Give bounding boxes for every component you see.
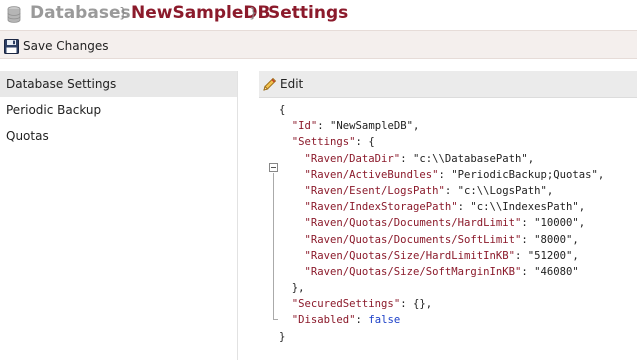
- edit-label: Edit: [280, 77, 304, 91]
- toolbar: Save Changes: [0, 30, 637, 59]
- json-value: "10000",: [534, 217, 586, 230]
- save-changes-button[interactable]: Save Changes: [4, 36, 108, 56]
- json-value: "8000",: [534, 233, 579, 246]
- json-key: "Raven/Quotas/Documents/HardLimit": [304, 217, 522, 230]
- json-value: false: [368, 314, 401, 327]
- edit-button[interactable]: Edit: [259, 71, 637, 98]
- sidebar-item-quotas[interactable]: Quotas: [0, 123, 237, 149]
- fold-guide: [273, 173, 274, 319]
- settings-editor-panel: Edit { "Id": "NewSampleDB", "Settings": …: [259, 71, 637, 360]
- json-punctuation: },: [291, 282, 305, 295]
- sidebar-item-periodic-backup[interactable]: Periodic Backup: [0, 97, 237, 123]
- json-key: "Raven/DataDir": [304, 152, 401, 165]
- code-line: "Raven/DataDir": "c:\\DatabasePath",: [304, 152, 535, 165]
- json-value: {},: [412, 298, 433, 311]
- json-value: "c:\\DatabasePath",: [412, 152, 535, 165]
- json-value: "51200",: [527, 249, 579, 262]
- breadcrumb-separator: }: [119, 6, 128, 21]
- json-key: "Raven/Quotas/Size/SoftMarginInKB": [304, 265, 522, 278]
- collapse-icon[interactable]: [269, 163, 278, 172]
- code-line: "Settings": {: [291, 136, 375, 149]
- json-key: "Raven/Esent/LogsPath": [304, 184, 445, 197]
- code-line: "Disabled": false: [291, 314, 401, 327]
- json-key: "Settings": [291, 136, 356, 149]
- json-value: "PeriodicBackup;Quotas",: [451, 168, 605, 181]
- json-value: "c:\\LogsPath",: [457, 184, 554, 197]
- code-line: "Raven/Quotas/Documents/HardLimit": "100…: [304, 217, 586, 230]
- json-key: "SecuredSettings": [291, 298, 401, 311]
- code-line: }: [279, 329, 604, 345]
- sidebar-item-database-settings[interactable]: Database Settings: [0, 71, 237, 97]
- save-changes-label: Save Changes: [23, 39, 109, 53]
- json-key: "Disabled": [291, 314, 356, 327]
- code-line: "Raven/ActiveBundles": "PeriodicBackup;Q…: [304, 168, 605, 181]
- pencil-icon: [263, 77, 277, 91]
- code-line: "Raven/IndexStoragePath": "c:\\IndexesPa…: [304, 201, 586, 214]
- json-document-editor[interactable]: { "Id": "NewSampleDB", "Settings": { "Ra…: [279, 102, 604, 345]
- code-line: {: [279, 102, 604, 118]
- code-line: },: [279, 280, 604, 296]
- code-line: "Id": "NewSampleDB",: [291, 120, 420, 133]
- floppy-disk-icon: [4, 38, 19, 54]
- breadcrumb-separator: }: [249, 6, 258, 21]
- json-value: "46080": [534, 265, 579, 278]
- code-line: "Raven/Quotas/Documents/SoftLimit": "800…: [304, 233, 579, 246]
- json-value: {: [368, 136, 375, 149]
- json-key: "Raven/ActiveBundles": [304, 168, 439, 181]
- code-line: "SecuredSettings": {},: [291, 298, 433, 311]
- json-key: "Raven/Quotas/Documents/SoftLimit": [304, 233, 522, 246]
- database-icon: [7, 6, 21, 23]
- json-key: "Id": [291, 120, 318, 133]
- code-line: "Raven/Quotas/Size/SoftMarginInKB": "460…: [304, 265, 579, 278]
- editor-gutter: [259, 98, 278, 360]
- breadcrumb: Databases } NewSampleDB } Settings: [0, 0, 637, 30]
- json-punctuation: {: [279, 104, 286, 116]
- fold-guide-end: [273, 319, 278, 320]
- page-title: Settings: [268, 3, 349, 23]
- json-key: "Raven/Quotas/Size/HardLimitInKB": [304, 249, 515, 262]
- code-line: "Raven/Quotas/Size/HardLimitInKB": "5120…: [304, 249, 579, 262]
- code-line: "Raven/Esent/LogsPath": "c:\\LogsPath",: [304, 184, 554, 197]
- breadcrumb-databases-link[interactable]: Databases: [30, 3, 131, 23]
- json-value: "NewSampleDB",: [330, 120, 420, 133]
- json-punctuation: }: [279, 330, 286, 343]
- json-key: "Raven/IndexStoragePath": [304, 201, 458, 214]
- json-value: "c:\\IndexesPath",: [470, 201, 586, 214]
- settings-sidebar: Database Settings Periodic Backup Quotas: [0, 71, 238, 360]
